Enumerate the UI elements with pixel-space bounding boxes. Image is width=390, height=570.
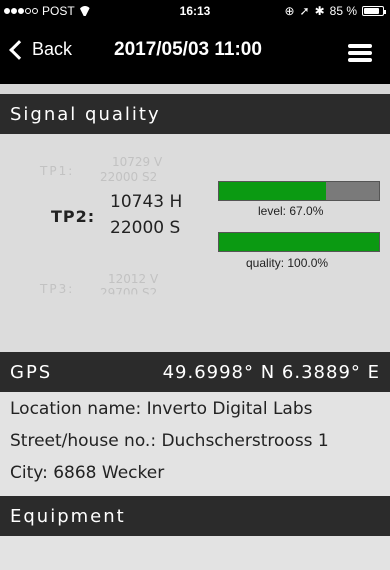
battery-percent: 85 % [329, 4, 357, 18]
tp2-frequency: 10743 H [110, 192, 183, 212]
signal-quality-header: Signal quality [0, 94, 390, 134]
page-title: 2017/05/03 11:00 [114, 39, 262, 60]
equipment-content [0, 536, 390, 570]
tp3-symbol-rate: 29700 S2 [100, 286, 158, 300]
gps-label: GPS [10, 361, 53, 383]
location-arrow-icon: ➚ [299, 4, 310, 18]
signal-quality-title: Signal quality [10, 103, 161, 125]
bluetooth-icon: ✱ [314, 4, 325, 18]
gps-coordinates: 49.6998° N 6.3889° E [162, 361, 380, 383]
level-caption: level: 67.0% [258, 204, 324, 218]
tp2-symbol-rate: 22000 S [110, 218, 181, 238]
equipment-title: Equipment [10, 505, 126, 527]
tp1-label: TP1: [40, 164, 75, 178]
chevron-left-icon [9, 39, 29, 60]
battery-icon [362, 6, 386, 16]
tp2-label: TP2: [51, 207, 96, 226]
city: City: 6868 Wecker [10, 463, 165, 483]
status-indicators: ⊕ ➚ ✱ 85 % [284, 4, 386, 18]
navigation-bar: Back 2017/05/03 11:00 [0, 22, 390, 84]
street-address: Street/house no.: Duchscherstrooss 1 [10, 431, 329, 451]
quality-bar [218, 232, 380, 252]
quality-caption: quality: 100.0% [246, 256, 329, 270]
tp1-symbol-rate: 22000 S2 [100, 170, 158, 184]
tp3-frequency: 12012 V [108, 272, 159, 286]
gps-header: GPS 49.6998° N 6.3889° E [0, 352, 390, 392]
location-info: Location name: Inverto Digital Labs Stre… [0, 392, 390, 496]
back-label: Back [32, 39, 73, 59]
equipment-header: Equipment [0, 496, 390, 536]
hamburger-menu-icon[interactable] [348, 44, 372, 62]
quality-bar-fill [219, 233, 379, 251]
status-bar: POST 16:13 ⊕ ➚ ✱ 85 % [0, 0, 390, 22]
back-button[interactable]: Back [8, 39, 72, 60]
lock-rotation-icon: ⊕ [284, 4, 295, 18]
divider [0, 84, 390, 94]
tp1-frequency: 10729 V [112, 155, 163, 169]
transponder-picker[interactable]: TP1: 10729 V 22000 S2 TP2: 10743 H 22000… [0, 134, 390, 352]
location-name: Location name: Inverto Digital Labs [10, 399, 313, 419]
level-bar [218, 181, 380, 201]
level-bar-fill [219, 182, 327, 200]
tp3-label: TP3: [40, 282, 75, 296]
